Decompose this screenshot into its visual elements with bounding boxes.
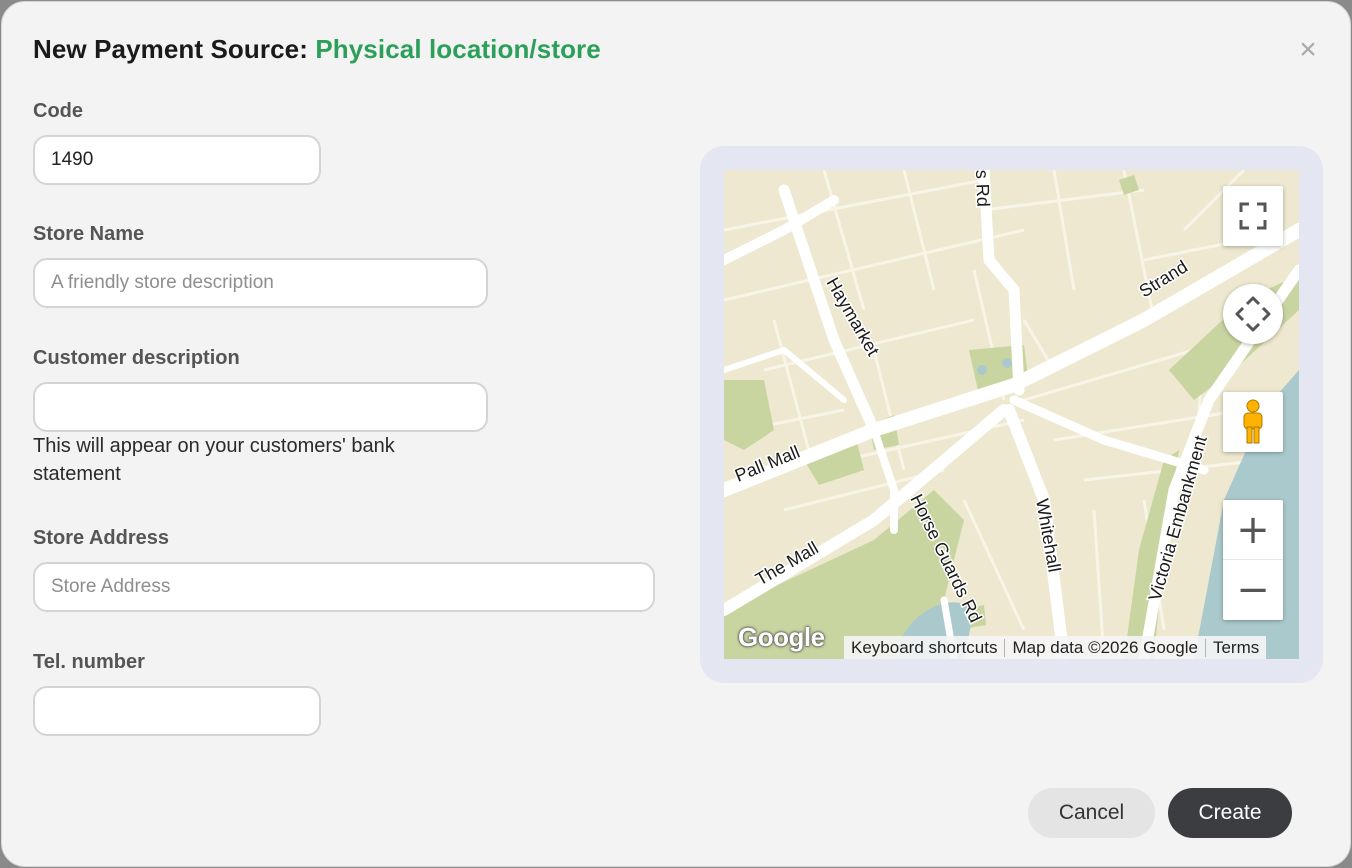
terms-link[interactable]: Terms bbox=[1206, 638, 1266, 658]
store-name-input[interactable] bbox=[33, 258, 488, 308]
fullscreen-icon bbox=[1239, 202, 1267, 230]
street-label-victoria-embankment: Victoria Embankment bbox=[1145, 433, 1211, 603]
title-prefix: New Payment Source: bbox=[33, 34, 308, 64]
zoom-out-button[interactable]: − bbox=[1223, 560, 1283, 620]
zoom-in-button[interactable]: + bbox=[1223, 500, 1283, 560]
pan-arrows-icon bbox=[1235, 296, 1271, 332]
cancel-button[interactable]: Cancel bbox=[1028, 788, 1155, 838]
google-logo: Google bbox=[738, 622, 825, 652]
map-labels: Haymarket Strand Pall Mall The Mall Hors… bbox=[731, 170, 1213, 627]
customer-description-label: Customer description bbox=[33, 347, 240, 369]
street-view-button[interactable] bbox=[1223, 392, 1283, 452]
close-icon[interactable]: × bbox=[1294, 35, 1322, 65]
code-label: Code bbox=[33, 100, 83, 122]
map-attribution: Keyboard shortcuts Map data ©2026 Google… bbox=[844, 636, 1267, 659]
street-label-strand: Strand bbox=[1136, 256, 1192, 301]
tel-number-input[interactable] bbox=[33, 686, 321, 736]
pan-control-button[interactable] bbox=[1223, 284, 1283, 344]
payment-source-dialog: New Payment Source: Physical location/st… bbox=[1, 1, 1351, 867]
create-button[interactable]: Create bbox=[1168, 788, 1292, 838]
street-label-pall-mall: Pall Mall bbox=[732, 442, 803, 486]
tel-number-label: Tel. number bbox=[33, 651, 145, 673]
fullscreen-button[interactable] bbox=[1223, 186, 1283, 246]
store-address-input[interactable] bbox=[33, 562, 655, 612]
street-label-horse-guards-rd: Horse Guards Rd bbox=[906, 491, 985, 626]
keyboard-shortcuts-link[interactable]: Keyboard shortcuts bbox=[844, 638, 1004, 658]
dialog-title: New Payment Source: Physical location/st… bbox=[33, 34, 601, 65]
pegman-icon bbox=[1243, 399, 1263, 444]
zoom-control: + − bbox=[1223, 500, 1283, 620]
map-data-credit: Map data ©2026 Google bbox=[1012, 638, 1198, 657]
store-address-label: Store Address bbox=[33, 527, 169, 549]
street-label-s-rd: s Rd bbox=[972, 170, 993, 207]
street-label-haymarket: Haymarket bbox=[823, 274, 884, 359]
street-label-whitehall: Whitehall bbox=[1032, 497, 1065, 573]
map-card: Haymarket Strand Pall Mall The Mall Hors… bbox=[700, 146, 1323, 683]
street-label-the-mall: The Mall bbox=[752, 538, 822, 590]
title-accent: Physical location/store bbox=[315, 34, 601, 64]
store-name-label: Store Name bbox=[33, 223, 145, 245]
customer-description-hint: This will appear on your customers' bank… bbox=[33, 435, 395, 485]
map-view[interactable]: Haymarket Strand Pall Mall The Mall Hors… bbox=[724, 170, 1299, 659]
code-input[interactable] bbox=[33, 135, 321, 185]
customer-description-input[interactable] bbox=[33, 382, 488, 432]
